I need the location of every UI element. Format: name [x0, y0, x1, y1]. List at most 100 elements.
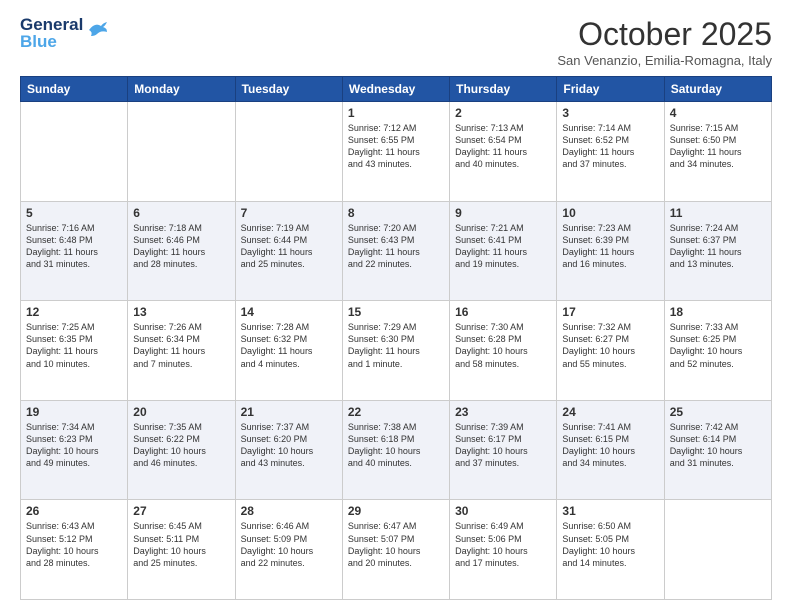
logo-bird-icon: [87, 20, 109, 43]
day-info: Sunrise: 7:14 AM Sunset: 6:52 PM Dayligh…: [562, 122, 658, 171]
day-number: 16: [455, 305, 551, 319]
day-number: 20: [133, 405, 229, 419]
table-row: 9 Sunrise: 7:21 AM Sunset: 6:41 PM Daylig…: [450, 201, 557, 301]
location: San Venanzio, Emilia-Romagna, Italy: [557, 53, 772, 68]
table-row: 21 Sunrise: 7:37 AM Sunset: 6:20 PM Dayli…: [235, 400, 342, 500]
day-number: 6: [133, 206, 229, 220]
table-row: 14 Sunrise: 7:28 AM Sunset: 6:32 PM Dayli…: [235, 301, 342, 401]
day-number: 13: [133, 305, 229, 319]
table-row: 2Sunrise: 7:13 AM Sunset: 6:54 PM Daylig…: [450, 102, 557, 202]
day-number: 21: [241, 405, 337, 419]
month-title: October 2025: [557, 16, 772, 53]
logo-blue: Blue: [20, 33, 83, 50]
col-wednesday: Wednesday: [342, 77, 449, 102]
day-info: Sunrise: 7:38 AM Sunset: 6:18 PM Dayligh…: [348, 421, 444, 470]
table-row: 23Sunrise: 7:39 AM Sunset: 6:17 PM Dayli…: [450, 400, 557, 500]
table-row: 22Sunrise: 7:38 AM Sunset: 6:18 PM Dayli…: [342, 400, 449, 500]
table-row: 6 Sunrise: 7:18 AM Sunset: 6:46 PM Daylig…: [128, 201, 235, 301]
day-number: 31: [562, 504, 658, 518]
table-row: 16 Sunrise: 7:30 AM Sunset: 6:28 PM Dayli…: [450, 301, 557, 401]
day-number: 2: [455, 106, 551, 120]
day-number: 18: [670, 305, 766, 319]
calendar-week-row: 26 Sunrise: 6:43 AM Sunset: 5:12 PM Dayli…: [21, 500, 772, 600]
day-number: 28: [241, 504, 337, 518]
table-row: 7 Sunrise: 7:19 AM Sunset: 6:44 PM Daylig…: [235, 201, 342, 301]
day-info: Sunrise: 7:42 AM Sunset: 6:14 PM Dayligh…: [670, 421, 766, 470]
table-row: 30Sunrise: 6:49 AM Sunset: 5:06 PM Dayli…: [450, 500, 557, 600]
table-row: 20 Sunrise: 7:35 AM Sunset: 6:22 PM Dayli…: [128, 400, 235, 500]
day-info: Sunrise: 7:20 AM Sunset: 6:43 PM Dayligh…: [348, 222, 444, 271]
calendar-week-row: 12 Sunrise: 7:25 AM Sunset: 6:35 PM Dayli…: [21, 301, 772, 401]
table-row: 3Sunrise: 7:14 AM Sunset: 6:52 PM Daylig…: [557, 102, 664, 202]
page: General Blue October 2025 San Venanzio, …: [0, 0, 792, 612]
day-number: 7: [241, 206, 337, 220]
day-info: Sunrise: 6:45 AM Sunset: 5:11 PM Dayligh…: [133, 520, 229, 569]
table-row: 26 Sunrise: 6:43 AM Sunset: 5:12 PM Dayli…: [21, 500, 128, 600]
table-row: [664, 500, 771, 600]
logo: General Blue: [20, 16, 109, 50]
table-row: 15 Sunrise: 7:29 AM Sunset: 6:30 PM Dayli…: [342, 301, 449, 401]
day-info: Sunrise: 7:28 AM Sunset: 6:32 PM Dayligh…: [241, 321, 337, 370]
table-row: 19 Sunrise: 7:34 AM Sunset: 6:23 PM Dayli…: [21, 400, 128, 500]
day-info: Sunrise: 7:35 AM Sunset: 6:22 PM Dayligh…: [133, 421, 229, 470]
calendar-week-row: 1 Sunrise: 7:12 AM Sunset: 6:55 PM Daylig…: [21, 102, 772, 202]
day-number: 5: [26, 206, 122, 220]
table-row: 28Sunrise: 6:46 AM Sunset: 5:09 PM Dayli…: [235, 500, 342, 600]
day-info: Sunrise: 7:15 AM Sunset: 6:50 PM Dayligh…: [670, 122, 766, 171]
day-number: 11: [670, 206, 766, 220]
day-info: Sunrise: 7:23 AM Sunset: 6:39 PM Dayligh…: [562, 222, 658, 271]
table-row: [21, 102, 128, 202]
logo-general: General: [20, 16, 83, 33]
day-number: 24: [562, 405, 658, 419]
col-monday: Monday: [128, 77, 235, 102]
day-info: Sunrise: 7:24 AM Sunset: 6:37 PM Dayligh…: [670, 222, 766, 271]
day-info: Sunrise: 7:19 AM Sunset: 6:44 PM Dayligh…: [241, 222, 337, 271]
day-info: Sunrise: 7:26 AM Sunset: 6:34 PM Dayligh…: [133, 321, 229, 370]
header-right: October 2025 San Venanzio, Emilia-Romagn…: [557, 16, 772, 68]
day-info: Sunrise: 7:25 AM Sunset: 6:35 PM Dayligh…: [26, 321, 122, 370]
day-number: 14: [241, 305, 337, 319]
day-info: Sunrise: 7:30 AM Sunset: 6:28 PM Dayligh…: [455, 321, 551, 370]
day-number: 1: [348, 106, 444, 120]
day-info: Sunrise: 7:12 AM Sunset: 6:55 PM Dayligh…: [348, 122, 444, 171]
day-number: 15: [348, 305, 444, 319]
day-info: Sunrise: 7:21 AM Sunset: 6:41 PM Dayligh…: [455, 222, 551, 271]
day-info: Sunrise: 7:32 AM Sunset: 6:27 PM Dayligh…: [562, 321, 658, 370]
day-number: 17: [562, 305, 658, 319]
table-row: 31Sunrise: 6:50 AM Sunset: 5:05 PM Dayli…: [557, 500, 664, 600]
day-number: 23: [455, 405, 551, 419]
day-number: 10: [562, 206, 658, 220]
day-number: 27: [133, 504, 229, 518]
day-info: Sunrise: 7:37 AM Sunset: 6:20 PM Dayligh…: [241, 421, 337, 470]
day-info: Sunrise: 7:33 AM Sunset: 6:25 PM Dayligh…: [670, 321, 766, 370]
table-row: 13 Sunrise: 7:26 AM Sunset: 6:34 PM Dayli…: [128, 301, 235, 401]
table-row: 27 Sunrise: 6:45 AM Sunset: 5:11 PM Dayli…: [128, 500, 235, 600]
table-row: 1 Sunrise: 7:12 AM Sunset: 6:55 PM Daylig…: [342, 102, 449, 202]
day-info: Sunrise: 6:43 AM Sunset: 5:12 PM Dayligh…: [26, 520, 122, 569]
day-info: Sunrise: 7:18 AM Sunset: 6:46 PM Dayligh…: [133, 222, 229, 271]
col-tuesday: Tuesday: [235, 77, 342, 102]
day-number: 30: [455, 504, 551, 518]
day-info: Sunrise: 7:29 AM Sunset: 6:30 PM Dayligh…: [348, 321, 444, 370]
table-row: 5 Sunrise: 7:16 AM Sunset: 6:48 PM Daylig…: [21, 201, 128, 301]
day-number: 26: [26, 504, 122, 518]
calendar-week-row: 5 Sunrise: 7:16 AM Sunset: 6:48 PM Daylig…: [21, 201, 772, 301]
day-number: 19: [26, 405, 122, 419]
calendar-table: Sunday Monday Tuesday Wednesday Thursday…: [20, 76, 772, 600]
table-row: 12 Sunrise: 7:25 AM Sunset: 6:35 PM Dayli…: [21, 301, 128, 401]
day-info: Sunrise: 7:16 AM Sunset: 6:48 PM Dayligh…: [26, 222, 122, 271]
table-row: 17 Sunrise: 7:32 AM Sunset: 6:27 PM Dayli…: [557, 301, 664, 401]
table-row: 29 Sunrise: 6:47 AM Sunset: 5:07 PM Dayli…: [342, 500, 449, 600]
table-row: 10 Sunrise: 7:23 AM Sunset: 6:39 PM Dayli…: [557, 201, 664, 301]
table-row: 24Sunrise: 7:41 AM Sunset: 6:15 PM Dayli…: [557, 400, 664, 500]
day-info: Sunrise: 7:34 AM Sunset: 6:23 PM Dayligh…: [26, 421, 122, 470]
header: General Blue October 2025 San Venanzio, …: [20, 16, 772, 68]
table-row: 8Sunrise: 7:20 AM Sunset: 6:43 PM Daylig…: [342, 201, 449, 301]
day-number: 9: [455, 206, 551, 220]
day-number: 12: [26, 305, 122, 319]
day-number: 25: [670, 405, 766, 419]
table-row: [235, 102, 342, 202]
col-thursday: Thursday: [450, 77, 557, 102]
day-number: 29: [348, 504, 444, 518]
day-info: Sunrise: 6:47 AM Sunset: 5:07 PM Dayligh…: [348, 520, 444, 569]
